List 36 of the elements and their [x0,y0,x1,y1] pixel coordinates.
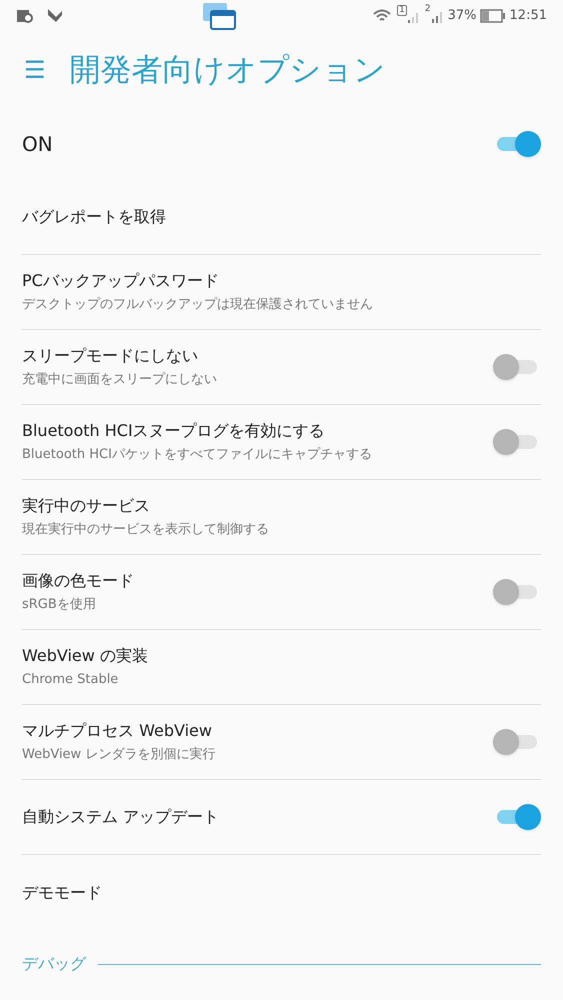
item-title: デモモード [22,882,102,904]
settings-item[interactable]: マルチプロセス WebView WebView レンダラを別個に実行 [22,705,541,780]
item-summary: Chrome Stable [22,671,120,690]
item-summary: WebView レンダラを別個に実行 [22,746,216,764]
item-title: Bluetooth HCIスヌープログを有効にする [22,420,326,442]
item-title: スリープモードにしない [22,345,199,368]
master-switch-label: ON [22,131,53,158]
item-title: PCバックアップパスワード [22,270,220,292]
item-summary: 充電中に画面をスリープにしない [22,371,217,390]
battery-percent: 37% [448,7,477,26]
battery-icon [480,9,506,23]
settings-item[interactable]: 自動システム アップデート [22,780,541,855]
screenshot-icon [16,8,34,24]
settings-item[interactable]: PCバックアップパスワード デスクトップのフルバックアップは現在保護されていません [22,255,541,330]
item-title: バグレポートを取得 [22,206,166,228]
item-title: マルチプロセス WebView [22,720,213,742]
item-summary: Bluetooth HCIパケットをすべてファイルにキャプチャする [22,446,372,464]
settings-item[interactable]: デモモード [22,855,541,930]
item-title: WebView の実装 [22,645,148,668]
section-header: デバッグ [22,953,86,975]
settings-item[interactable]: Bluetooth HCIスヌープログを有効にする Bluetooth HCIパケットをすべてファイルにキャプチャする [22,405,541,480]
item-title: 実行中のサービス [22,495,151,518]
page-title: 開発者向けオプション [70,50,386,90]
item-summary: 現在実行中のサービスを表示して制御する [22,521,269,540]
settings-item[interactable]: バグレポートを取得 [22,180,541,255]
sim-index: 1 [397,5,407,16]
item-title: 自動システム アップデート [22,806,220,828]
settings-item[interactable]: 実行中のサービス 現在実行中のサービスを表示して制御する [22,480,541,555]
settings-item[interactable]: 画像の色モード sRGBを使用 [22,555,541,630]
settings-item[interactable]: WebView の実装 Chrome Stable [22,630,541,705]
item-title: 画像の色モード [22,570,134,592]
clock-time: 12:51 [510,7,547,26]
item-summary: デスクトップのフルバックアップは現在保護されていません [22,296,373,314]
settings-item[interactable]: スリープモードにしない 充電中に画面をスリープにしない [22,330,541,405]
item-summary: sRGBを使用 [22,596,97,614]
sim-index: 2 [424,5,431,14]
